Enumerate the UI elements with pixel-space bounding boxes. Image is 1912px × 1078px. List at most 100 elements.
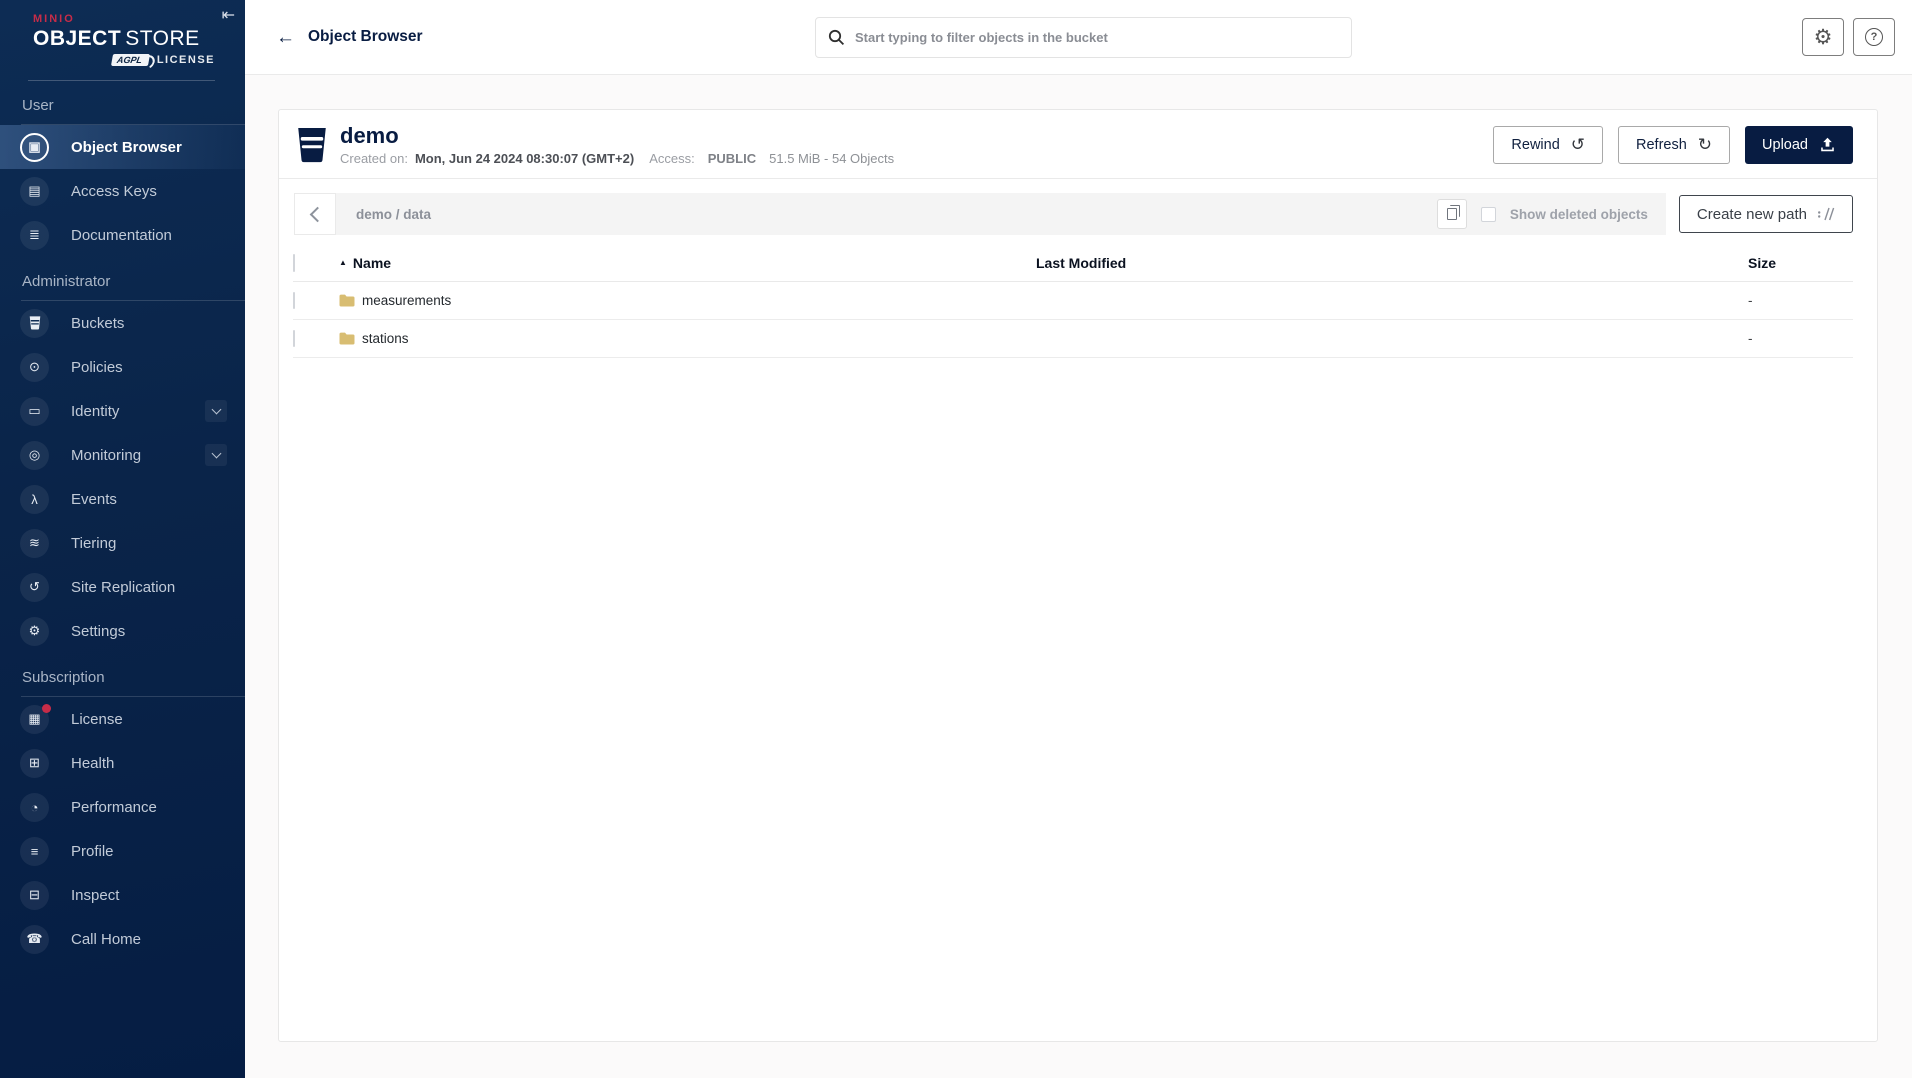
- sidebar-item-policies[interactable]: ⊙ Policies: [0, 345, 245, 389]
- refresh-button[interactable]: Refresh ↻: [1618, 126, 1730, 164]
- policies-icon: ⊙: [20, 353, 49, 382]
- topbar-actions: ⚙ ?: [1802, 18, 1895, 56]
- upload-button[interactable]: Upload: [1745, 126, 1853, 164]
- sidebar-menu: User▣Object Browser▤Access Keys≣Document…: [0, 81, 245, 961]
- object-name[interactable]: stations: [339, 331, 1036, 346]
- sidebar-item-object-browser[interactable]: ▣Object Browser: [0, 125, 245, 169]
- sidebar-item-call-home[interactable]: ☎Call Home: [0, 917, 245, 961]
- upload-icon: [1819, 136, 1836, 153]
- copy-path-button[interactable]: [1437, 199, 1467, 229]
- help-button[interactable]: ?: [1853, 18, 1895, 56]
- sidebar-section-title-subscription: Subscription: [0, 653, 245, 696]
- profile-icon: ≡: [20, 837, 49, 866]
- sidebar-section-title-administrator: Administrator: [0, 257, 245, 300]
- sidebar-item-label: Policies: [71, 359, 123, 376]
- objects-table: ▲Name Last Modified Size measurements - s…: [293, 243, 1853, 358]
- chevron-left-icon: [309, 207, 325, 223]
- performance-icon: ◔: [20, 793, 49, 822]
- created-on-label: Created on:: [340, 151, 408, 166]
- last-modified-cell: [1036, 282, 1748, 320]
- bucket-actions: Rewind ↺ Refresh ↻ Upload: [1493, 126, 1853, 164]
- sidebar-item-monitoring[interactable]: ◎Monitoring: [0, 433, 245, 477]
- table-row-measurements[interactable]: measurements -: [293, 282, 1853, 320]
- create-new-path-button[interactable]: Create new path: [1679, 195, 1853, 233]
- sidebar-item-label: License: [71, 711, 123, 728]
- license-row: AGPL LICENSE: [33, 54, 215, 66]
- column-header-last-modified[interactable]: Last Modified: [1036, 243, 1748, 282]
- size-cell: -: [1748, 282, 1853, 320]
- topbar: ← Object Browser ⚙ ?: [245, 0, 1912, 75]
- object-name[interactable]: measurements: [339, 293, 1036, 308]
- site-replication-icon: ↺: [20, 573, 49, 602]
- access-value[interactable]: PUBLIC: [708, 151, 756, 166]
- sidebar-collapse-icon[interactable]: ⇤: [222, 5, 235, 25]
- search-icon: [828, 29, 845, 46]
- sidebar-item-label: Events: [71, 491, 117, 508]
- bucket-meta: Created on: Mon, Jun 24 2024 08:30:07 (G…: [340, 151, 1493, 166]
- refresh-icon: ↻: [1698, 135, 1712, 155]
- chevron-down-icon[interactable]: [205, 400, 227, 422]
- path-bar: demo / data Show deleted objects: [336, 193, 1666, 235]
- bucket-browser-card: demo Created on: Mon, Jun 24 2024 08:30:…: [278, 109, 1878, 1042]
- sidebar-item-profile[interactable]: ≡Profile: [0, 829, 245, 873]
- create-new-path-label: Create new path: [1697, 206, 1807, 223]
- copy-icon: [1447, 208, 1457, 220]
- bucket-name: demo: [340, 123, 1493, 148]
- sidebar-item-performance[interactable]: ◔ Performance: [0, 785, 245, 829]
- bucket-summary: 51.5 MiB - 54 Objects: [769, 151, 894, 166]
- breadcrumb[interactable]: demo / data: [356, 207, 1423, 222]
- show-deleted-checkbox[interactable]: [1481, 207, 1496, 222]
- sidebar-item-license[interactable]: ▦License: [0, 697, 245, 741]
- page-title: Object Browser: [308, 28, 423, 46]
- rewind-icon: ↺: [1571, 135, 1585, 155]
- sidebar-item-documentation[interactable]: ≣Documentation: [0, 213, 245, 257]
- objects-table-wrap: ▲Name Last Modified Size measurements - s…: [279, 235, 1877, 358]
- buckets-icon: [20, 309, 49, 338]
- sidebar-item-label: Object Browser: [71, 139, 182, 156]
- sidebar-item-buckets[interactable]: Buckets: [0, 301, 245, 345]
- bucket-glyph: [29, 316, 41, 330]
- settings-button[interactable]: ⚙: [1802, 18, 1844, 56]
- search-input[interactable]: [855, 30, 1339, 45]
- row-checkbox[interactable]: [293, 330, 295, 347]
- select-all-checkbox[interactable]: [293, 254, 295, 272]
- license-label: LICENSE: [157, 54, 215, 66]
- help-icon: ?: [1865, 28, 1883, 46]
- table-row-stations[interactable]: stations-: [293, 320, 1853, 358]
- sidebar-item-label: Site Replication: [71, 579, 175, 596]
- sidebar-item-identity[interactable]: ▭Identity: [0, 389, 245, 433]
- back-arrow-icon[interactable]: ←: [276, 28, 295, 47]
- chevron-down-icon[interactable]: [205, 444, 227, 466]
- sidebar-item-events[interactable]: λEvents: [0, 477, 245, 521]
- identity-icon: ▭: [20, 397, 49, 426]
- refresh-label: Refresh: [1636, 137, 1687, 153]
- rewind-label: Rewind: [1511, 137, 1559, 153]
- row-checkbox[interactable]: [293, 292, 295, 309]
- sidebar-item-label: Monitoring: [71, 447, 141, 464]
- gear-icon: ⚙: [1814, 27, 1833, 48]
- sort-asc-icon[interactable]: ▲: [339, 258, 347, 267]
- sidebar-item-site-replication[interactable]: ↺ Site Replication: [0, 565, 245, 609]
- rewind-button[interactable]: Rewind ↺: [1493, 126, 1603, 164]
- browse-bar: demo / data Show deleted objects Create …: [294, 193, 1853, 235]
- notification-dot: [42, 704, 51, 713]
- column-header-name[interactable]: ▲Name: [339, 243, 1036, 282]
- sidebar-item-tiering[interactable]: ≋Tiering: [0, 521, 245, 565]
- sidebar-item-label: Performance: [71, 799, 157, 816]
- inspect-icon: ⊟: [20, 881, 49, 910]
- sidebar-item-health[interactable]: ⊞Health: [0, 741, 245, 785]
- object-name-label: measurements: [362, 293, 451, 308]
- sidebar-item-label: Health: [71, 755, 114, 772]
- search-box[interactable]: [815, 17, 1352, 58]
- main-area: ← Object Browser ⚙ ?: [245, 0, 1912, 1078]
- sidebar-item-settings[interactable]: ⚙Settings: [0, 609, 245, 653]
- path-back-button[interactable]: [294, 193, 336, 235]
- column-header-size[interactable]: Size: [1748, 243, 1853, 282]
- access-label: Access:: [649, 151, 695, 166]
- show-deleted-label: Show deleted objects: [1510, 207, 1648, 222]
- sidebar-item-access-keys[interactable]: ▤Access Keys: [0, 169, 245, 213]
- last-modified-cell: [1036, 320, 1748, 358]
- sidebar-item-inspect[interactable]: ⊟Inspect: [0, 873, 245, 917]
- sidebar-item-label: Documentation: [71, 227, 172, 244]
- sidebar-item-label: Buckets: [71, 315, 124, 332]
